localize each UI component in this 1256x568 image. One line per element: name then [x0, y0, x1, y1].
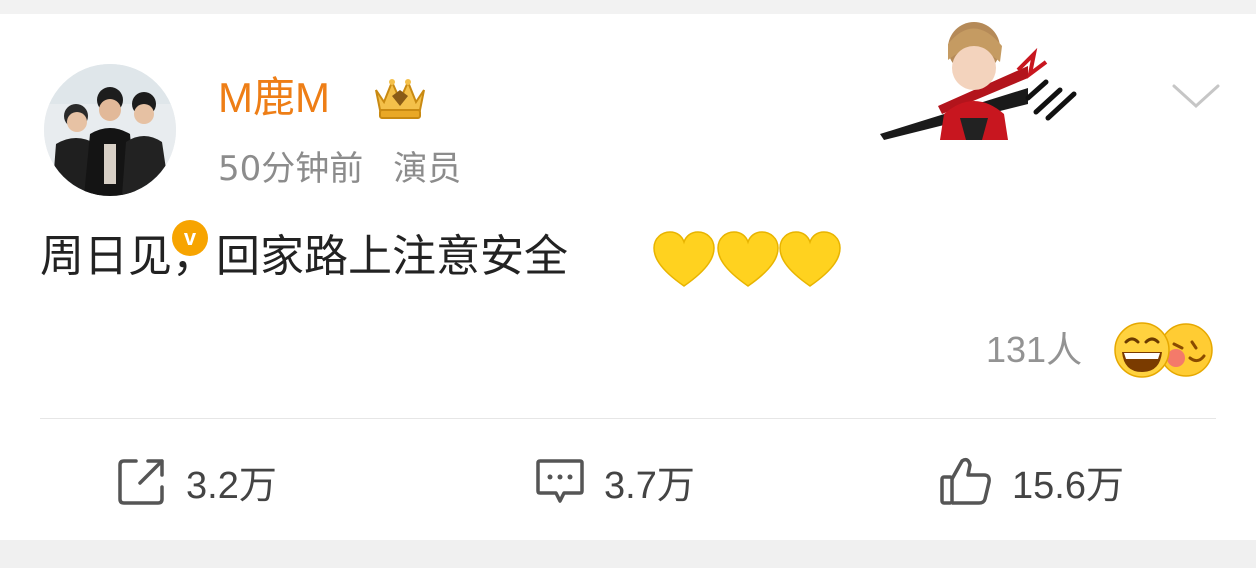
chevron-down-icon[interactable]: [1170, 80, 1222, 112]
comment-button[interactable]: 3.7万: [534, 452, 695, 510]
author-name[interactable]: M鹿M: [218, 72, 330, 124]
crown-icon[interactable]: [370, 72, 430, 122]
thumbs-up-icon: [940, 457, 991, 505]
bottom-bar: [0, 540, 1256, 568]
yellow-heart-icon: [717, 231, 779, 287]
comment-count: 3.7万: [604, 464, 695, 507]
repost-icon: [118, 459, 164, 505]
like-button[interactable]: 15.6万: [938, 452, 1124, 510]
laughing-face-icon: [1114, 322, 1170, 378]
comment-icon: [536, 459, 584, 503]
like-count: 15.6万: [1012, 464, 1124, 507]
divider: [40, 418, 1216, 419]
profile-card-image[interactable]: [878, 18, 1088, 140]
yellow-heart-emojis: [653, 231, 841, 287]
post-source[interactable]: 演员: [393, 149, 461, 189]
reaction-count[interactable]: 131人: [986, 324, 1082, 376]
yellow-heart-icon: [779, 231, 841, 287]
post-text: 周日见，回家路上注意安全: [40, 231, 568, 282]
reaction-emojis[interactable]: [1112, 322, 1216, 378]
yellow-heart-icon: [653, 231, 715, 287]
avatar-photo: [44, 64, 176, 196]
post-time: 50分钟前: [218, 149, 364, 189]
avatar[interactable]: v: [44, 64, 212, 260]
repost-button[interactable]: 3.2万: [116, 452, 277, 510]
repost-count: 3.2万: [186, 464, 277, 507]
post-meta: 50分钟前 演员: [218, 146, 461, 192]
